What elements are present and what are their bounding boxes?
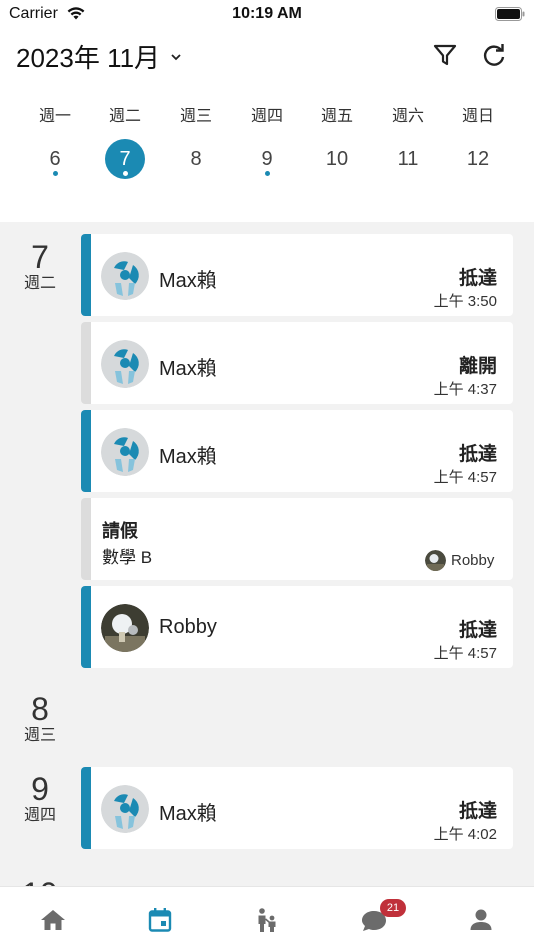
leave-subject: 數學 B bbox=[102, 548, 153, 567]
leave-indicator bbox=[81, 322, 91, 404]
person-name: Max賴 bbox=[159, 446, 217, 468]
tab-profile[interactable] bbox=[451, 887, 511, 951]
day-number: 10 bbox=[325, 148, 349, 170]
weekday-label: 週二 bbox=[108, 108, 141, 125]
timestamp: 上午 3:50 bbox=[433, 293, 497, 310]
status-label: 抵達 bbox=[458, 444, 497, 465]
day-wed[interactable]: 週三 8 bbox=[161, 105, 231, 179]
day-fri[interactable]: 週五 10 bbox=[302, 105, 372, 179]
chevron-down-icon bbox=[171, 53, 181, 60]
selected-day-number: 7 bbox=[105, 139, 145, 179]
day-sat[interactable]: 週六 11 bbox=[373, 105, 443, 179]
family-icon bbox=[258, 908, 276, 932]
event-dot bbox=[265, 171, 270, 176]
arrive-indicator bbox=[81, 234, 91, 316]
person-icon bbox=[470, 909, 492, 930]
person-name: Max賴 bbox=[159, 358, 217, 380]
weekday-label: 週三 bbox=[179, 108, 212, 125]
avatar-icon bbox=[101, 428, 149, 476]
status-time: 10:19 AM bbox=[232, 5, 302, 22]
timestamp: 上午 4:37 bbox=[433, 381, 497, 398]
timestamp: 上午 4:57 bbox=[433, 469, 497, 486]
month-picker[interactable]: 2023年 11月 bbox=[16, 38, 182, 75]
weekday-label: 週一 bbox=[38, 108, 71, 125]
attendance-card[interactable]: Max賴 抵達 上午 4:02 bbox=[81, 767, 513, 849]
tab-calendar[interactable] bbox=[130, 887, 190, 951]
timestamp: 上午 4:57 bbox=[433, 645, 497, 662]
day-number: 11 bbox=[397, 148, 419, 170]
day-number: 6 bbox=[35, 139, 75, 179]
leave-card[interactable]: 請假 數學 B Robby bbox=[81, 498, 513, 580]
attendance-card[interactable]: Max賴 離開 上午 4:37 bbox=[81, 322, 513, 404]
header: 2023年 11月 bbox=[0, 30, 534, 80]
date-group-label: 9 週四 bbox=[23, 771, 56, 824]
day-mon[interactable]: 週一 6 bbox=[20, 105, 90, 179]
day-number: 8 bbox=[190, 148, 202, 170]
tab-home[interactable] bbox=[23, 887, 83, 951]
refresh-icon[interactable] bbox=[481, 42, 507, 68]
weekday-label: 週五 bbox=[320, 108, 353, 125]
unread-badge: 21 bbox=[380, 899, 406, 917]
home-icon bbox=[41, 910, 65, 930]
person-name: Max賴 bbox=[159, 803, 217, 825]
attendance-card[interactable]: Max賴 抵達 上午 4:57 bbox=[81, 410, 513, 492]
status-bar: Carrier 10:19 AM bbox=[0, 0, 534, 28]
tab-family[interactable] bbox=[237, 887, 297, 951]
tab-messages[interactable]: 21 bbox=[344, 887, 406, 951]
arrive-indicator bbox=[81, 410, 91, 492]
timestamp: 上午 4:02 bbox=[433, 826, 497, 843]
photo-avatar-icon bbox=[425, 550, 446, 571]
attendance-card[interactable]: Max賴 抵達 上午 3:50 bbox=[81, 234, 513, 316]
photo-avatar-icon bbox=[101, 604, 149, 652]
day-thu[interactable]: 週四 9 bbox=[232, 105, 302, 179]
event-dot bbox=[53, 171, 58, 176]
avatar-icon bbox=[101, 340, 149, 388]
avatar-icon bbox=[101, 785, 149, 833]
date-group-label: 10 bbox=[22, 876, 58, 886]
weekday-label: 週四 bbox=[250, 108, 283, 125]
avatar-icon bbox=[101, 252, 149, 300]
arrive-indicator bbox=[81, 767, 91, 849]
attendance-list[interactable]: 7 週二 Max賴 抵達 上午 3:50 Max賴 離開 上午 4:37 Max… bbox=[0, 222, 534, 886]
filter-icon[interactable] bbox=[432, 42, 458, 68]
arrive-indicator bbox=[81, 586, 91, 668]
battery-icon bbox=[495, 7, 525, 21]
calendar-icon bbox=[148, 908, 172, 932]
weekday-label: 週日 bbox=[461, 108, 494, 125]
date-group-label: 7 週二 bbox=[23, 239, 56, 292]
status-label: 抵達 bbox=[458, 801, 497, 822]
leave-indicator bbox=[81, 498, 91, 580]
tab-bar: 21 bbox=[0, 886, 534, 951]
attendance-card[interactable]: Robby 抵達 上午 4:57 bbox=[81, 586, 513, 668]
person-name: Robby bbox=[159, 616, 217, 638]
leave-submitter: Robby bbox=[451, 552, 495, 569]
day-sun[interactable]: 週日 12 bbox=[443, 105, 513, 179]
event-dot bbox=[123, 171, 128, 176]
day-number: 12 bbox=[466, 148, 490, 170]
status-label: 離開 bbox=[458, 356, 497, 377]
day-tue[interactable]: 週二 7 bbox=[90, 105, 160, 179]
week-strip: 週一 6 週二 7 週三 8 週四 9 週五 10 週六 11 週日 12 bbox=[20, 105, 514, 185]
day-number: 9 bbox=[247, 139, 287, 179]
weekday-label: 週六 bbox=[391, 108, 424, 125]
status-label: 抵達 bbox=[458, 268, 497, 289]
status-label: 抵達 bbox=[458, 620, 497, 641]
month-label: 2023年 11月 bbox=[16, 43, 161, 73]
leave-title: 請假 bbox=[102, 521, 138, 541]
person-name: Max賴 bbox=[159, 270, 217, 292]
date-group-label: 8 週三 bbox=[23, 691, 56, 744]
